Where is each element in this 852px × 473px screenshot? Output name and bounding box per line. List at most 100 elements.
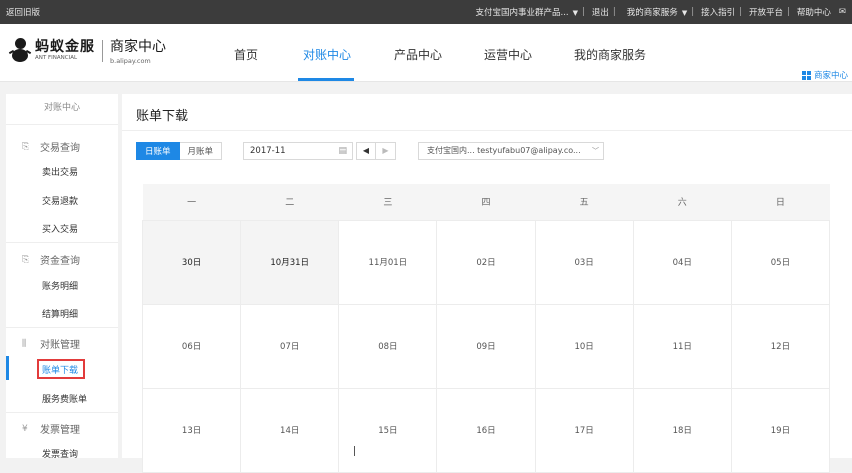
calendar-day[interactable]: 19日: [730, 387, 831, 473]
calendar-icon: ▤: [338, 146, 347, 156]
calendar-day[interactable]: 13日: [141, 387, 242, 473]
sidebar-group-invoice[interactable]: ¥ 发票管理: [22, 421, 80, 437]
calendar-day[interactable]: 09日: [436, 303, 536, 389]
my-services-label: 我的商家服务: [626, 8, 678, 18]
calendar-day[interactable]: 02日: [436, 219, 536, 305]
sidebar-item-refunds[interactable]: 交易退款: [42, 194, 78, 207]
month-picker[interactable]: 2017-11 ▤: [243, 142, 353, 160]
merchant-center-label: 商家中心: [813, 71, 848, 81]
nav-home[interactable]: 首页: [234, 46, 258, 63]
calendar-day[interactable]: 04日: [632, 219, 732, 305]
nav-operations-center[interactable]: 运营中心: [484, 46, 532, 63]
divider: [6, 242, 118, 243]
sidebar-item-invoice-query[interactable]: 发票查询: [42, 447, 78, 460]
caret-down-icon: ▼: [681, 9, 688, 17]
separator: |: [691, 7, 695, 17]
sidebar-item-purchases[interactable]: 买入交易: [42, 222, 78, 235]
month-pager: ◀ ▶: [356, 142, 396, 160]
highlight-box: [37, 359, 85, 379]
divider: [122, 130, 852, 131]
nav-product-center[interactable]: 产品中心: [394, 46, 442, 63]
brand-name: 蚂蚁金服 ANT FINANCIAL: [35, 40, 95, 62]
weekday-wed: 三: [338, 184, 437, 220]
top-bar-links: 支付宝国内事业群产品... ▼ | 退出 | 我的商家服务 ▼ | 接入指引 | 开…: [468, 6, 846, 18]
calendar-week-row: 06日 07日 08日 09日 10日 11日 12日: [141, 303, 831, 389]
weekday-sun: 日: [731, 184, 830, 220]
sidebar-item-account-details[interactable]: 账务明细: [42, 279, 78, 292]
merchant-center-link[interactable]: 商家中心: [801, 69, 848, 81]
nav-reconciliation-center[interactable]: 对账中心: [303, 46, 351, 63]
account-name: 支付宝国内事业群产品...: [475, 8, 569, 18]
text-cursor-icon: [354, 446, 355, 456]
weekday-header-row: 一 二 三 四 五 六 日: [142, 184, 830, 220]
product-cn: 商家中心: [110, 39, 166, 55]
account-switcher[interactable]: 支付宝国内事业群产品... ▼: [472, 6, 579, 18]
sidebar-group-trade-query[interactable]: ⎘ 交易查询: [22, 139, 80, 155]
nav-my-services[interactable]: 我的商家服务: [574, 46, 646, 63]
product-name: 商家中心 b.alipay.com: [110, 36, 166, 65]
calendar-day[interactable]: 18日: [632, 387, 732, 473]
group-label: 资金查询: [40, 256, 80, 267]
weekday-thu: 四: [436, 184, 536, 220]
next-month-button[interactable]: ▶: [376, 143, 395, 159]
bill-calendar: 一 二 三 四 五 六 日 30日 10月31日 11月01日 02日 03日 …: [141, 184, 831, 473]
tab-daily-bill[interactable]: 日账单: [136, 142, 180, 160]
grid-icon: [801, 70, 811, 80]
mail-icon[interactable]: ✉: [839, 7, 846, 17]
active-nav-indicator: [298, 78, 354, 81]
bar-chart-icon: ⫼: [22, 338, 27, 349]
invoice-icon: ¥: [22, 423, 28, 434]
calendar-day[interactable]: 05日: [730, 219, 831, 305]
calendar-day[interactable]: 15日: [338, 387, 438, 473]
guide-link[interactable]: 接入指引: [701, 6, 735, 18]
caret-down-icon: ▼: [572, 9, 579, 17]
calendar-week-row: 13日 14日 15日 16日 17日 18日 19日: [141, 387, 831, 473]
calendar-day[interactable]: 08日: [338, 303, 438, 389]
main-content: 账单下载 日账单 月账单 2017-11 ▤ ◀ ▶ 支付宝国内... test…: [122, 94, 852, 473]
sidebar-item-service-fee-bill[interactable]: 服务费账单: [42, 392, 87, 405]
calendar-day[interactable]: 06日: [141, 303, 242, 389]
open-platform-link[interactable]: 开放平台: [749, 6, 783, 18]
calendar-day[interactable]: 03日: [534, 219, 634, 305]
calendar-day[interactable]: 12日: [730, 303, 831, 389]
back-to-old-version-link[interactable]: 返回旧版: [6, 6, 40, 18]
chevron-down-icon: ﹀: [592, 147, 599, 155]
calendar-day[interactable]: 16日: [436, 387, 536, 473]
tab-monthly-bill[interactable]: 月账单: [179, 142, 223, 160]
top-bar: 返回旧版 支付宝国内事业群产品... ▼ | 退出 | 我的商家服务 ▼ | 接入指…: [0, 0, 852, 24]
separator: |: [612, 7, 616, 17]
calendar-day[interactable]: 11月01日: [338, 219, 438, 305]
my-services-menu[interactable]: 我的商家服务 ▼: [623, 6, 687, 18]
calendar-day[interactable]: 14日: [240, 387, 340, 473]
month-value: 2017-11: [250, 146, 286, 156]
separator: |: [786, 7, 790, 17]
main-header: 蚂蚁金服 ANT FINANCIAL 商家中心 b.alipay.com 首页 …: [0, 24, 852, 82]
divider: [6, 327, 118, 328]
calendar-day[interactable]: 10月31日: [240, 219, 340, 305]
weekday-mon: 一: [142, 184, 241, 220]
sidebar-item-sales[interactable]: 卖出交易: [42, 165, 78, 178]
ant-logo-icon: [8, 37, 32, 65]
account-select[interactable]: 支付宝国内... testyufabu07@alipay.co... ﹀: [418, 142, 604, 160]
prev-month-button[interactable]: ◀: [357, 143, 376, 159]
brand-cn: 蚂蚁金服: [35, 38, 95, 55]
calendar-day[interactable]: 11日: [632, 303, 732, 389]
calendar-day[interactable]: 17日: [534, 387, 634, 473]
separator: |: [739, 7, 742, 17]
help-center-link[interactable]: 帮助中心: [797, 6, 831, 18]
calendar-day[interactable]: 10日: [534, 303, 634, 389]
account-select-value: 支付宝国内... testyufabu07@alipay.co...: [427, 146, 581, 155]
calendar-day[interactable]: 07日: [240, 303, 340, 389]
page-title: 账单下载: [136, 109, 189, 124]
sidebar-group-funds-query[interactable]: ⎘ 资金查询: [22, 252, 80, 268]
separator: |: [582, 7, 585, 17]
logout-link[interactable]: 退出: [592, 6, 609, 18]
logo[interactable]: 蚂蚁金服 ANT FINANCIAL 商家中心 b.alipay.com: [8, 36, 166, 65]
calendar-day[interactable]: 30日: [141, 219, 242, 305]
document-icon: ⎘: [22, 141, 30, 152]
group-label: 对账管理: [40, 340, 80, 351]
sidebar-item-settlement-details[interactable]: 结算明细: [42, 307, 78, 320]
product-en: b.alipay.com: [110, 57, 151, 65]
sidebar: 对账中心 ⎘ 交易查询 卖出交易 交易退款 买入交易 ⎘ 资金查询 账务明细 结…: [6, 94, 118, 460]
sidebar-group-reconciliation[interactable]: ⫼ 对账管理: [22, 336, 80, 352]
